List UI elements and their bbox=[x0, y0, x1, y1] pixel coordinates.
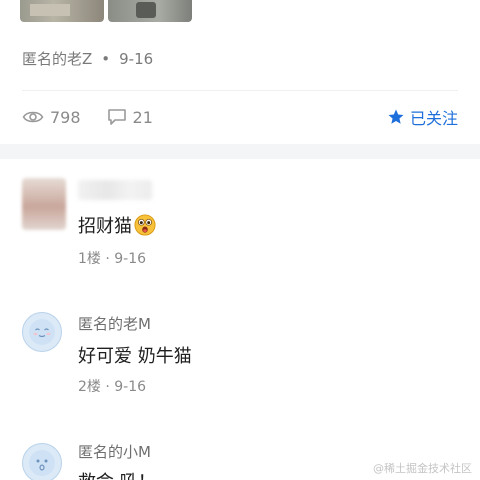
follow-label: 已关注 bbox=[409, 109, 458, 128]
post-stats-bar: 798 21 已关注 bbox=[22, 104, 458, 130]
comment-text: 好可爱 奶牛猫 bbox=[78, 346, 192, 367]
eye-icon bbox=[22, 111, 44, 123]
meta-separator: • bbox=[101, 49, 111, 68]
comment-icon bbox=[107, 109, 126, 125]
views-count: 798 bbox=[50, 107, 81, 127]
follow-button[interactable]: 已关注 bbox=[387, 105, 458, 129]
comment-author-redacted bbox=[78, 180, 152, 200]
views-stat: 798 bbox=[22, 108, 81, 127]
post-image[interactable] bbox=[108, 0, 192, 22]
comment-floor-date: 1楼 · 9-16 bbox=[78, 251, 147, 267]
comments-count: 21 bbox=[132, 107, 153, 127]
post-meta: 匿名的老Z • 9-16 bbox=[22, 48, 153, 69]
sleepy-face-icon bbox=[29, 450, 55, 476]
comment-text: 招财猫 bbox=[78, 212, 156, 238]
post-author[interactable]: 匿名的老Z bbox=[22, 48, 92, 69]
default-face-icon bbox=[29, 319, 55, 345]
avatar[interactable] bbox=[22, 443, 62, 480]
post-image-strip bbox=[20, 0, 192, 22]
avatar[interactable] bbox=[22, 312, 62, 352]
comments-stat[interactable]: 21 bbox=[107, 108, 153, 127]
comment-item: 招财猫 1楼 · 9-16 bbox=[22, 178, 458, 278]
comment-item: 匿名的老M 好可爱 奶牛猫 2楼 · 9-16 bbox=[22, 312, 458, 402]
comment-author[interactable]: 匿名的老M bbox=[78, 313, 151, 334]
divider bbox=[22, 90, 458, 91]
section-separator bbox=[0, 144, 480, 159]
star-icon bbox=[388, 109, 404, 124]
comment-text-content: 招财猫 bbox=[78, 216, 132, 237]
post-image[interactable] bbox=[20, 0, 104, 22]
post-date: 9-16 bbox=[119, 49, 154, 68]
comment-text: 救命 吼！ bbox=[78, 468, 156, 480]
comment-floor-date: 2楼 · 9-16 bbox=[78, 379, 147, 395]
surprised-face-icon bbox=[134, 214, 156, 236]
comment-author[interactable]: 匿名的小M bbox=[78, 441, 151, 462]
avatar[interactable] bbox=[22, 178, 66, 230]
watermark: @稀土掘金技术社区 bbox=[373, 462, 472, 475]
